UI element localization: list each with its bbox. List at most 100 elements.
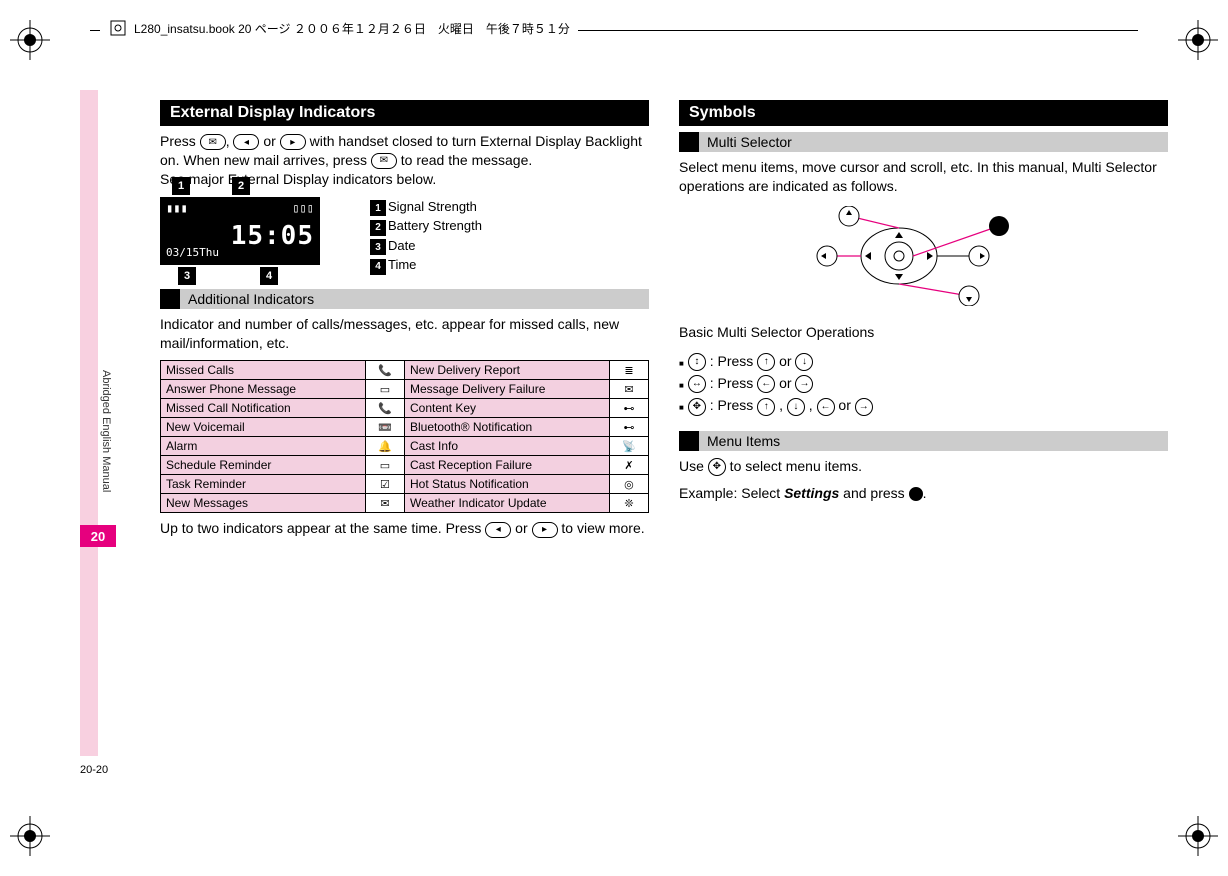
subheading-marker-icon [679, 132, 699, 152]
indicator-name: Answer Phone Message [161, 380, 366, 399]
indicator-icon: 📞 [365, 399, 404, 418]
lcd-date: 03/15Thu [166, 246, 219, 259]
operations-list: ■↕ : Press ↑ or ↓ ■↔ : Press ← or → ■✥ :… [679, 350, 1168, 417]
right-icon: → [855, 398, 873, 416]
indicator-icon: ⊷ [609, 418, 648, 437]
up-icon: ↑ [757, 353, 775, 371]
indicator-name: Hot Status Notification [404, 475, 609, 494]
indicator-name: Task Reminder [161, 475, 366, 494]
external-display-diagram: 1 2 ▮▮▮ ▯▯▯ 15:05 03/15Thu 3 4 [160, 197, 340, 265]
indicator-name: New Messages [161, 494, 366, 513]
indicator-icon: ✗ [609, 456, 648, 475]
table-row: New Voicemail📼Bluetooth® Notification⊷ [161, 418, 649, 437]
operation-row: ■↕ : Press ↑ or ↓ [679, 350, 1168, 372]
side-tab: Abridged English Manual 20 [80, 90, 120, 756]
indicator-icon: ❊ [609, 494, 648, 513]
indicator-name: Content Key [404, 399, 609, 418]
page-number: 20-20 [80, 764, 108, 776]
indicator-icon: 📼 [365, 418, 404, 437]
center-press-icon [909, 487, 923, 501]
additional-indicators-intro: Indicator and number of calls/messages, … [160, 315, 649, 353]
mail-key-icon: ✉ [371, 153, 397, 169]
crop-mark-icon [1178, 20, 1218, 60]
indicator-name: Cast Info [404, 437, 609, 456]
indicator-icon: ☑ [365, 475, 404, 494]
updown-icon: ↕ [688, 353, 706, 371]
indicator-icon: ✉ [365, 494, 404, 513]
lcd-screen: ▮▮▮ ▯▯▯ 15:05 03/15Thu [160, 197, 320, 265]
crop-mark-icon [10, 816, 50, 856]
battery-icon: ▯▯▯ [292, 201, 314, 215]
indicator-name: New Voicemail [161, 418, 366, 437]
indicator-name: New Delivery Report [404, 361, 609, 380]
table-row: Task Reminder☑Hot Status Notification◎ [161, 475, 649, 494]
leftright-icon: ↔ [688, 375, 706, 393]
operation-row: ■✥ : Press ↑ , ↓ , ← or → [679, 394, 1168, 416]
crop-mark-icon [10, 20, 50, 60]
table-row: Missed Call Notification📞Content Key⊷ [161, 399, 649, 418]
side-tab-bg [80, 90, 98, 756]
left-icon: ← [817, 398, 835, 416]
table-row: Missed Calls📞New Delivery Report≣ [161, 361, 649, 380]
book-icon [108, 18, 128, 38]
signal-icon: ▮▮▮ [166, 201, 188, 215]
indicator-icon: ⊷ [609, 399, 648, 418]
down-icon: ↓ [787, 398, 805, 416]
operations-title: Basic Multi Selector Operations [679, 323, 1168, 342]
callout-3: 3 [178, 267, 196, 285]
left-column: External Display Indicators Press ✉, ◂ o… [160, 100, 649, 546]
operation-row: ■↔ : Press ← or → [679, 372, 1168, 394]
indicator-icon: ▭ [365, 456, 404, 475]
indicator-icon: ≣ [609, 361, 648, 380]
crop-mark-icon [1178, 816, 1218, 856]
callout-2: 2 [232, 177, 250, 195]
callout-4: 4 [260, 267, 278, 285]
table-row: New Messages✉Weather Indicator Update❊ [161, 494, 649, 513]
up-icon: ↑ [757, 398, 775, 416]
left-key-icon: ◂ [233, 134, 259, 150]
subheading-multi-selector: Multi Selector [679, 132, 1168, 152]
indicator-name: Schedule Reminder [161, 456, 366, 475]
all-directions-icon: ✥ [708, 458, 726, 476]
indicator-icon: 🔔 [365, 437, 404, 456]
indicator-name: Alarm [161, 437, 366, 456]
table-row: Alarm🔔Cast Info📡 [161, 437, 649, 456]
table-footnote: Up to two indicators appear at the same … [160, 519, 649, 538]
chapter-number: 20 [80, 525, 116, 547]
menu-items-line1: Use ✥ to select menu items. [679, 457, 1168, 476]
multi-selector-diagram [679, 206, 1168, 309]
indicator-name: Message Delivery Failure [404, 380, 609, 399]
right-key-icon: ▸ [532, 522, 558, 538]
indicator-icon: ▭ [365, 380, 404, 399]
indicator-icon: ◎ [609, 475, 648, 494]
all-directions-icon: ✥ [688, 398, 706, 416]
indicator-icon: 📞 [365, 361, 404, 380]
left-key-icon: ◂ [485, 522, 511, 538]
multi-selector-intro: Select menu items, move cursor and scrol… [679, 158, 1168, 196]
subheading-marker-icon [160, 289, 180, 309]
section-title-external-display: External Display Indicators [160, 100, 649, 126]
print-header: L280_insatsu.book 20 ページ ２００６年１２月２６日 火曜日… [100, 18, 578, 38]
side-tab-label: Abridged English Manual [100, 370, 112, 492]
right-icon: → [795, 375, 813, 393]
indicators-table: Missed Calls📞New Delivery Report≣Answer … [160, 360, 649, 513]
indicator-icon: ✉ [609, 380, 648, 399]
left-icon: ← [757, 375, 775, 393]
subheading-menu-items: Menu Items [679, 431, 1168, 451]
table-row: Answer Phone Message▭Message Delivery Fa… [161, 380, 649, 399]
indicator-name: Bluetooth® Notification [404, 418, 609, 437]
down-icon: ↓ [795, 353, 813, 371]
indicator-name: Missed Calls [161, 361, 366, 380]
right-column: Symbols Multi Selector Select menu items… [679, 100, 1168, 546]
display-legend: 1Signal Strength 2Battery Strength 3Date… [370, 197, 482, 275]
indicator-name: Weather Indicator Update [404, 494, 609, 513]
subheading-additional-indicators: Additional Indicators [160, 289, 649, 309]
header-text: L280_insatsu.book 20 ページ ２００６年１２月２６日 火曜日… [134, 20, 570, 37]
section-title-symbols: Symbols [679, 100, 1168, 126]
indicator-name: Missed Call Notification [161, 399, 366, 418]
indicator-icon: 📡 [609, 437, 648, 456]
mail-key-icon: ✉ [200, 134, 226, 150]
subheading-marker-icon [679, 431, 699, 451]
right-key-icon: ▸ [280, 134, 306, 150]
menu-items-line2: Example: Select Settings and press . [679, 484, 1168, 503]
